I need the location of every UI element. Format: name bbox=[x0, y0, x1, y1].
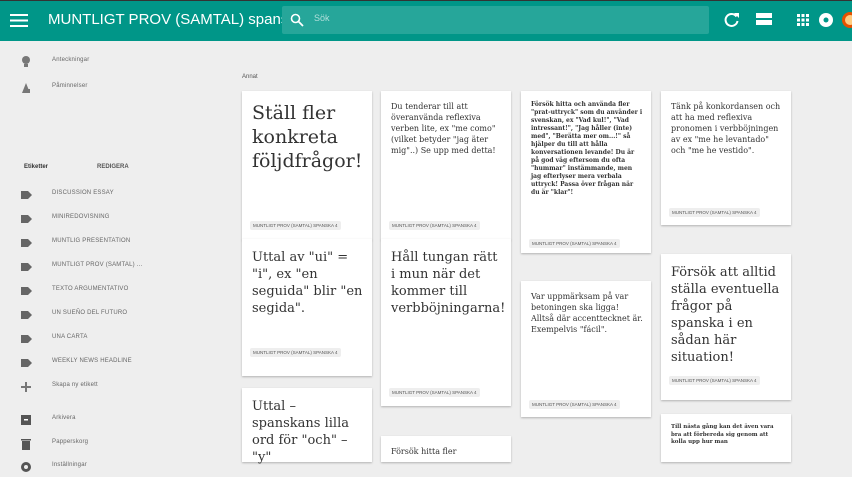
note-label-chip[interactable]: MUNTLIGT PROV (SAMTAL) spanska 4 bbox=[250, 348, 341, 357]
label-icon bbox=[21, 263, 32, 271]
sidebar: Anteckningar Påminnelser Etiketter REDIG… bbox=[0, 41, 220, 472]
note-text: Försök att alltid ställa eventuella fråg… bbox=[671, 265, 784, 365]
note-card[interactable]: Försök hitta och använda fler "prat-uttr… bbox=[521, 91, 651, 253]
section-label: Annat bbox=[242, 74, 258, 80]
note-card[interactable]: Tänk på konkordansen och att ha med refl… bbox=[661, 91, 791, 225]
note-text: Till nästa gång kan det även vara bra at… bbox=[671, 424, 776, 445]
sidebar-item-label: MINIREDOVISNING bbox=[52, 214, 110, 220]
note-label-chip[interactable]: MUNTLIGT PROV (SAMTAL) spanska 4 bbox=[669, 208, 760, 217]
note-text: Tänk på konkordansen och att ha med refl… bbox=[671, 102, 783, 155]
note-label-chip[interactable]: MUNTLIGT PROV (SAMTAL) spanska 4 bbox=[389, 221, 480, 230]
note-text: Uttal av "ui" = "i", ex "en seguida" bli… bbox=[252, 250, 367, 316]
sidebar-label-item[interactable]: WEEKLY NEWS HEADLINE bbox=[0, 353, 220, 373]
sidebar-item-label: MUNTLIGT PROV (SAMTAL) ... bbox=[52, 262, 143, 268]
sidebar-label-item[interactable]: MUNTLIGT PROV (SAMTAL) ... bbox=[0, 257, 220, 277]
note-text: Försök hitta fler bbox=[391, 447, 457, 456]
search-input[interactable]: Sök bbox=[314, 13, 330, 23]
menu-icon[interactable] bbox=[10, 13, 28, 28]
note-text: Håll tungan rätt i mun när det kommer ti… bbox=[391, 250, 506, 316]
top-app-bar: MUNTLIGT PROV (SAMTAL) spanska 4 Sök bbox=[0, 0, 852, 41]
note-text: Uttal – spanskans lilla ord för "och" – … bbox=[252, 399, 354, 465]
lightbulb-icon bbox=[22, 56, 30, 67]
sidebar-item-trash[interactable]: Papperskorg bbox=[0, 434, 220, 454]
sidebar-label-item[interactable]: UNA CARTA bbox=[0, 329, 220, 349]
note-card[interactable]: Var uppmärksam på var betoningen ska lig… bbox=[521, 281, 651, 417]
sidebar-item-label: Arkivera bbox=[52, 415, 76, 421]
labels-heading: Etiketter bbox=[24, 164, 49, 170]
note-card[interactable]: Du tenderar till att överanvända reflexi… bbox=[381, 91, 511, 240]
settings-icon bbox=[21, 462, 31, 472]
search-icon bbox=[290, 13, 304, 27]
window-top-border bbox=[0, 0, 852, 1]
note-label-chip[interactable]: MUNTLIGT PROV (SAMTAL) spanska 4 bbox=[389, 388, 480, 397]
archive-icon bbox=[21, 415, 31, 425]
edit-labels-button[interactable]: REDIGERA bbox=[97, 164, 129, 170]
plus-icon bbox=[21, 382, 31, 392]
note-text: Ställ fler konkreta följdfrågor! bbox=[252, 102, 363, 172]
note-label-chip[interactable]: MUNTLIGT PROV (SAMTAL) spanska 4 bbox=[250, 221, 341, 230]
sidebar-item-label: DISCUSSION ESSAY bbox=[52, 190, 114, 196]
label-icon bbox=[21, 239, 32, 247]
reminder-icon bbox=[22, 83, 30, 93]
sidebar-item-label: Inställningar bbox=[52, 462, 87, 468]
sidebar-label-item[interactable]: MUNTLIG PRESENTATION bbox=[0, 233, 220, 253]
note-text: Var uppmärksam på var betoningen ska lig… bbox=[531, 292, 646, 334]
note-card[interactable]: Håll tungan rätt i mun när det kommer ti… bbox=[381, 239, 511, 406]
sidebar-item-label: UN SUEÑO DEL FUTURO bbox=[52, 310, 128, 316]
note-card[interactable]: Försök att alltid ställa eventuella fråg… bbox=[661, 254, 791, 400]
note-text: Försök hitta och använda fler "prat-uttr… bbox=[531, 101, 645, 196]
sidebar-item-label: UNA CARTA bbox=[52, 334, 88, 340]
sidebar-item-archive[interactable]: Arkivera bbox=[0, 410, 220, 430]
note-text: Du tenderar till att överanvända reflexi… bbox=[391, 102, 499, 155]
label-icon bbox=[21, 359, 32, 367]
sidebar-label-item[interactable]: MINIREDOVISNING bbox=[0, 209, 220, 229]
label-icon bbox=[21, 287, 32, 295]
refresh-icon[interactable] bbox=[722, 10, 742, 30]
sidebar-item-settings[interactable]: Inställningar bbox=[0, 457, 220, 477]
note-card[interactable]: Försök hitta fler bbox=[381, 436, 511, 462]
avatar-icon[interactable] bbox=[840, 10, 852, 30]
note-label-chip[interactable]: MUNTLIGT PROV (SAMTAL) spanska 4 bbox=[529, 239, 620, 248]
note-card[interactable]: Uttal av "ui" = "i", ex "en seguida" bli… bbox=[242, 239, 372, 376]
label-icon bbox=[21, 215, 32, 223]
label-icon bbox=[21, 335, 32, 343]
app-title: MUNTLIGT PROV (SAMTAL) spanska 4 bbox=[48, 11, 317, 28]
apps-icon[interactable] bbox=[793, 10, 813, 30]
sidebar-label-item[interactable]: UN SUEÑO DEL FUTURO bbox=[0, 305, 220, 325]
sidebar-item-label: MUNTLIG PRESENTATION bbox=[52, 238, 131, 244]
sidebar-label-item[interactable]: TEXTO ARGUMENTATIVO bbox=[0, 281, 220, 301]
sidebar-label-item[interactable]: DISCUSSION ESSAY bbox=[0, 185, 220, 205]
note-card[interactable]: Ställ fler konkreta följdfrågor! MUNTLIG… bbox=[242, 91, 372, 240]
note-card[interactable]: Uttal – spanskans lilla ord för "och" – … bbox=[242, 388, 372, 465]
account-icon[interactable] bbox=[816, 10, 836, 30]
note-label-chip[interactable]: MUNTLIGT PROV (SAMTAL) spanska 4 bbox=[669, 376, 760, 385]
create-label-button[interactable]: Skapa ny etikett bbox=[0, 377, 220, 397]
sidebar-item-label: Papperskorg bbox=[52, 439, 89, 445]
sidebar-item-label: WEEKLY NEWS HEADLINE bbox=[52, 358, 132, 364]
sidebar-item-label: Påminnelser bbox=[52, 83, 88, 89]
label-icon bbox=[21, 311, 32, 319]
sidebar-item-label: TEXTO ARGUMENTATIVO bbox=[52, 286, 129, 292]
list-view-icon[interactable] bbox=[754, 10, 774, 30]
trash-icon bbox=[21, 439, 31, 450]
note-label-chip[interactable]: MUNTLIGT PROV (SAMTAL) spanska 4 bbox=[529, 400, 620, 409]
sidebar-item-reminders[interactable]: Påminnelser bbox=[0, 78, 220, 98]
search-bar[interactable]: Sök bbox=[282, 6, 709, 34]
sidebar-item-label: Anteckningar bbox=[52, 57, 90, 63]
sidebar-item-notes[interactable]: Anteckningar bbox=[0, 52, 220, 72]
sidebar-item-label: Skapa ny etikett bbox=[52, 382, 98, 388]
note-card[interactable]: Till nästa gång kan det även vara bra at… bbox=[661, 414, 791, 462]
label-icon bbox=[21, 191, 32, 199]
